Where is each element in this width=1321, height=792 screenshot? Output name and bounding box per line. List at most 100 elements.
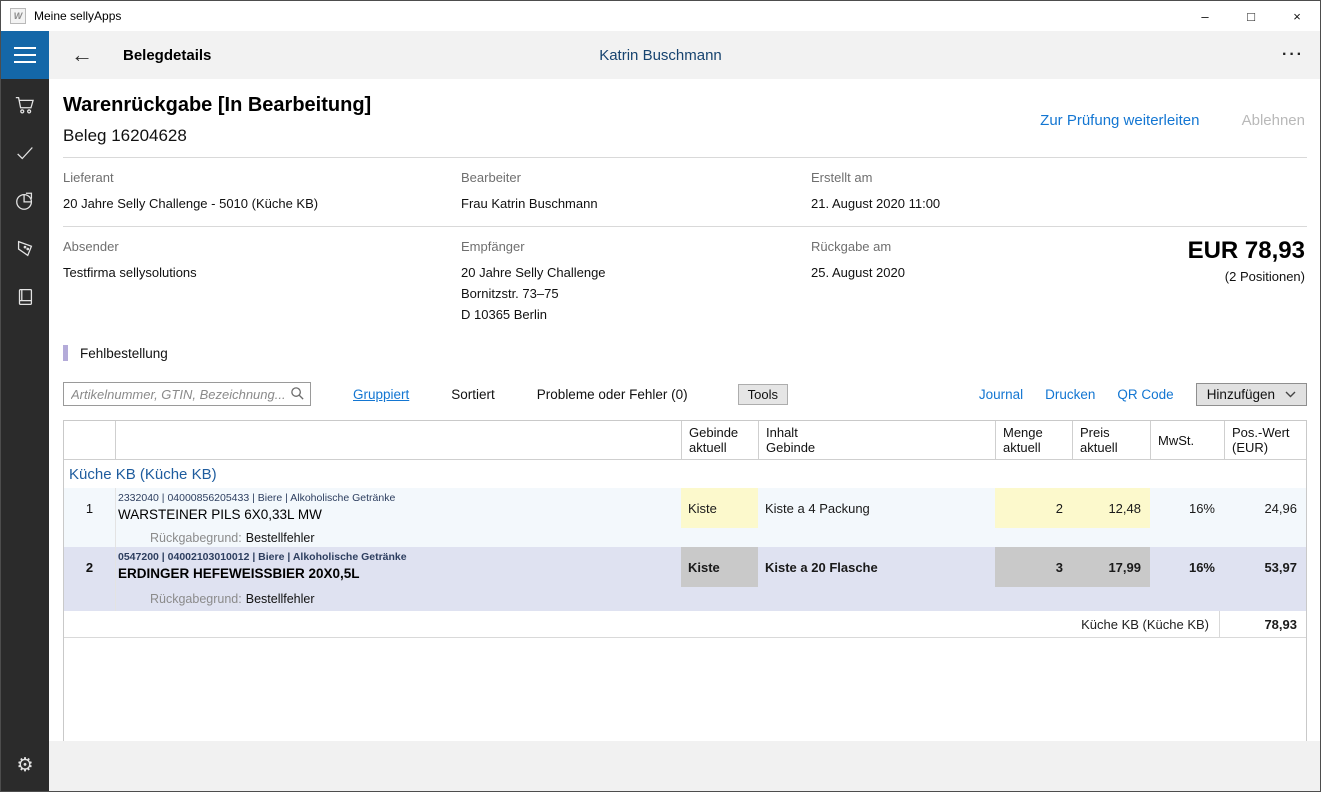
- sidebar-nav: ⚙: [1, 79, 49, 791]
- app-header-bar: ← Belegdetails Katrin Buschmann ···: [1, 31, 1320, 79]
- hamburger-menu-button[interactable]: [1, 31, 49, 79]
- header-inhalt[interactable]: InhaltGebinde: [758, 421, 995, 459]
- header-mwst[interactable]: MwSt.: [1150, 421, 1224, 459]
- absender-label: Absender: [63, 239, 461, 254]
- maximize-button[interactable]: □: [1228, 1, 1274, 31]
- gebinde-cell[interactable]: Kiste: [681, 488, 758, 528]
- document-total: EUR 78,93 (2 Positionen): [1188, 237, 1305, 284]
- preis-cell[interactable]: 12,48: [1072, 488, 1150, 528]
- check-icon: [14, 142, 36, 164]
- cart-icon: [14, 94, 36, 116]
- pos-wert-cell: 53,97: [1224, 547, 1306, 587]
- search-box: [63, 382, 311, 406]
- table-row-selected[interactable]: 2 0547200 | 04002103010012 | Biere | Alk…: [64, 547, 1306, 611]
- empfaenger-line: 20 Jahre Selly Challenge: [461, 262, 811, 283]
- sorted-toggle[interactable]: Sortiert: [451, 387, 495, 402]
- bearbeiter-label: Bearbeiter: [461, 170, 811, 185]
- settings-button[interactable]: ⚙: [1, 741, 49, 789]
- menge-cell[interactable]: 2: [995, 488, 1072, 528]
- window-controls: – □ ×: [1182, 1, 1320, 31]
- header-num: [64, 421, 115, 459]
- mwst-cell: 16%: [1150, 488, 1224, 528]
- inhalt-cell: Kiste a 4 Packung: [758, 488, 995, 528]
- sidebar-item-tasks[interactable]: [1, 129, 49, 177]
- bearbeiter-value: Frau Katrin Buschmann: [461, 193, 811, 214]
- empfaenger-label: Empfänger: [461, 239, 811, 254]
- article-name: ERDINGER HEFEWEISSBIER 20X0,5L: [118, 566, 681, 581]
- tag-label: Fehlbestellung: [80, 346, 168, 361]
- inhalt-cell: Kiste a 20 Flasche: [758, 547, 995, 587]
- back-button[interactable]: ←: [71, 44, 93, 66]
- sidebar-item-cart[interactable]: [1, 81, 49, 129]
- positions-table: Gebindeaktuell InhaltGebinde Mengeaktuel…: [63, 420, 1307, 762]
- group-header-row[interactable]: Küche KB (Küche KB): [64, 460, 1306, 488]
- row-number: 2: [64, 547, 115, 587]
- table-row[interactable]: 1 2332040 | 04000856205433 | Biere | Alk…: [64, 488, 1306, 547]
- journal-link[interactable]: Journal: [979, 387, 1023, 402]
- more-options-icon[interactable]: ···: [1282, 46, 1304, 64]
- tools-button[interactable]: Tools: [738, 384, 788, 405]
- empfaenger-line: D 10365 Berlin: [461, 304, 811, 325]
- document-header: Warenrückgabe [In Bearbeitung] Beleg 162…: [63, 79, 1307, 157]
- reject-button[interactable]: Ablehnen: [1242, 112, 1305, 129]
- document-number: Beleg 16204628: [63, 126, 1307, 146]
- app-window: W Meine sellyApps – □ × ← Belegdetails K…: [0, 0, 1321, 792]
- group-total-value: 78,93: [1219, 611, 1306, 637]
- grouped-toggle[interactable]: Gruppiert: [353, 387, 409, 402]
- search-icon: [290, 386, 305, 401]
- preis-cell[interactable]: 17,99: [1072, 547, 1150, 587]
- menge-cell[interactable]: 3: [995, 547, 1072, 587]
- positions-toolbar: Gruppiert Sortiert Probleme oder Fehler …: [63, 381, 1307, 407]
- fields-row-2: Absender Testfirma sellysolutions Empfän…: [63, 227, 1307, 337]
- page-title: Belegdetails: [123, 47, 211, 64]
- print-link[interactable]: Drucken: [1045, 387, 1095, 402]
- sidebar-item-offers[interactable]: [1, 225, 49, 273]
- header-pos-wert[interactable]: Pos.-Wert(EUR): [1224, 421, 1306, 459]
- table-header-row: Gebindeaktuell InhaltGebinde Mengeaktuel…: [64, 421, 1306, 460]
- lieferant-label: Lieferant: [63, 170, 461, 185]
- header-preis[interactable]: Preisaktuell: [1072, 421, 1150, 459]
- pos-wert-cell: 24,96: [1224, 488, 1306, 528]
- tag-icon: [14, 238, 36, 260]
- return-reason: Rückgabegrund: Bestellfehler: [115, 587, 681, 611]
- row-number: 1: [64, 488, 115, 528]
- toolbar-right: Journal Drucken QR Code Hinzufügen: [979, 383, 1307, 406]
- add-button[interactable]: Hinzufügen: [1196, 383, 1307, 406]
- group-total-row: Küche KB (Küche KB) 78,93: [64, 611, 1306, 638]
- sidebar-item-catalog[interactable]: [1, 273, 49, 321]
- absender-value: Testfirma sellysolutions: [63, 262, 461, 283]
- bottom-strip: [49, 741, 1320, 791]
- article-meta: 2332040 | 04000856205433 | Biere | Alkoh…: [118, 491, 681, 505]
- close-button[interactable]: ×: [1274, 1, 1320, 31]
- app-logo-icon: W: [10, 8, 26, 24]
- tag-color-bar: [63, 345, 68, 361]
- row-description: 0547200 | 04002103010012 | Biere | Alkoh…: [115, 547, 681, 587]
- header-description: [115, 421, 681, 459]
- document-actions: Zur Prüfung weiterleiten Ablehnen: [1040, 112, 1305, 129]
- return-reason: Rückgabegrund: Bestellfehler: [115, 528, 681, 547]
- add-button-label: Hinzufügen: [1207, 387, 1275, 402]
- header-gebinde[interactable]: Gebindeaktuell: [681, 421, 758, 459]
- pie-chart-icon: [14, 190, 36, 212]
- sidebar-item-reports[interactable]: [1, 177, 49, 225]
- article-meta: 0547200 | 04002103010012 | Biere | Alkoh…: [118, 550, 681, 564]
- erstellt-am-label: Erstellt am: [811, 170, 1307, 185]
- problems-toggle[interactable]: Probleme oder Fehler (0): [537, 387, 688, 402]
- positions-count: (2 Positionen): [1188, 269, 1305, 284]
- group-total-label: Küche KB (Küche KB): [64, 617, 1219, 632]
- forward-for-review-button[interactable]: Zur Prüfung weiterleiten: [1040, 112, 1199, 129]
- minimize-button[interactable]: –: [1182, 1, 1228, 31]
- article-name: WARSTEINER PILS 6X0,33L MW: [118, 507, 681, 522]
- header-menge[interactable]: Mengeaktuell: [995, 421, 1072, 459]
- gebinde-cell[interactable]: Kiste: [681, 547, 758, 587]
- main-content: Warenrückgabe [In Bearbeitung] Beleg 162…: [49, 79, 1320, 791]
- gear-icon: ⚙: [16, 754, 33, 777]
- row-description: 2332040 | 04000856205433 | Biere | Alkoh…: [115, 488, 681, 528]
- chevron-down-icon: [1285, 391, 1296, 398]
- titlebar: W Meine sellyApps – □ ×: [1, 1, 1320, 31]
- app-title: Meine sellyApps: [34, 9, 121, 23]
- qr-code-link[interactable]: QR Code: [1117, 387, 1173, 402]
- user-name-link[interactable]: Katrin Buschmann: [599, 47, 722, 64]
- search-input[interactable]: [63, 382, 311, 406]
- empfaenger-line: Bornitzstr. 73–75: [461, 283, 811, 304]
